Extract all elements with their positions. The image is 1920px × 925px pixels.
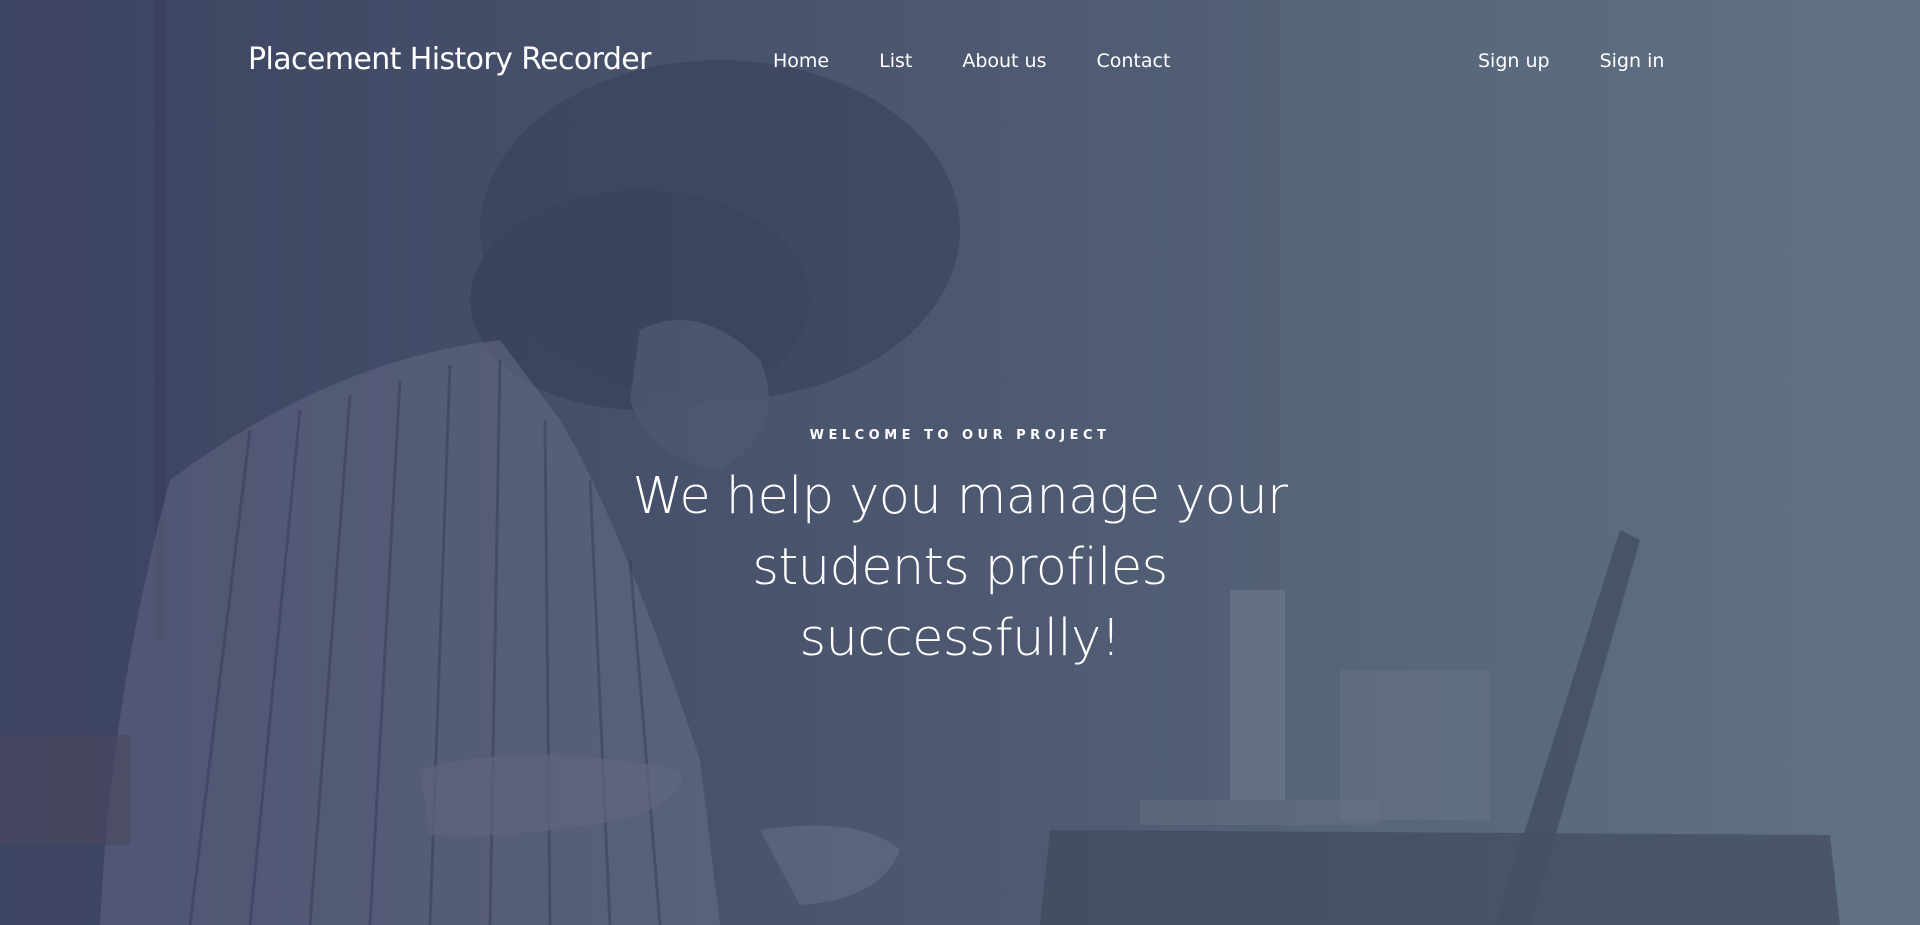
main-nav: Home List About us Contact bbox=[773, 50, 1220, 72]
brand-logo[interactable]: Placement History Recorder bbox=[248, 42, 651, 77]
navbar: Placement History Recorder Home List Abo… bbox=[0, 0, 1920, 125]
nav-link-about-us[interactable]: About us bbox=[962, 50, 1046, 72]
auth-nav: Sign up Sign in bbox=[1478, 50, 1714, 72]
hero-headline: We help you manage your students profile… bbox=[632, 467, 1289, 668]
hero-section: Placement History Recorder Home List Abo… bbox=[0, 0, 1920, 925]
nav-link-contact[interactable]: Contact bbox=[1096, 50, 1170, 72]
nav-link-home[interactable]: Home bbox=[773, 50, 829, 72]
hero-eyebrow: Welcome to our project bbox=[809, 428, 1111, 443]
sign-up-link[interactable]: Sign up bbox=[1478, 50, 1550, 72]
sign-in-link[interactable]: Sign in bbox=[1600, 50, 1665, 72]
hero-content: Welcome to our project We help you manag… bbox=[0, 428, 1920, 674]
nav-link-list[interactable]: List bbox=[879, 50, 912, 72]
